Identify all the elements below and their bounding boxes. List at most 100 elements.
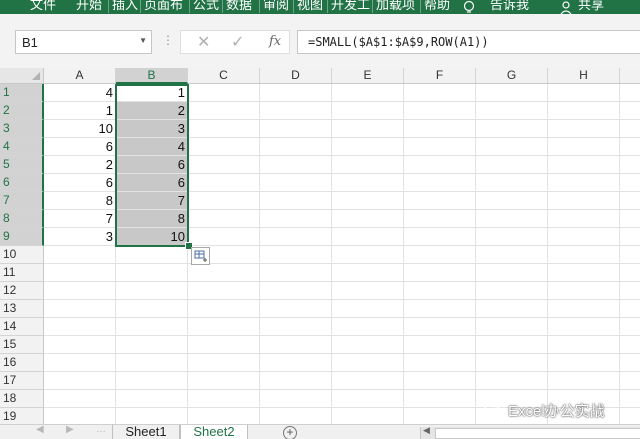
- row-header-17[interactable]: 17: [0, 372, 44, 390]
- cell-i9[interactable]: [620, 228, 640, 246]
- quick-analysis-icon[interactable]: [191, 247, 210, 265]
- column-header-a[interactable]: A: [44, 68, 116, 84]
- cell-a4[interactable]: 6: [44, 138, 116, 156]
- cell-g2[interactable]: [476, 102, 548, 120]
- name-box[interactable]: B1 ▼: [15, 30, 152, 54]
- cell-e13[interactable]: [332, 300, 404, 318]
- cell-d15[interactable]: [260, 336, 332, 354]
- cell-f7[interactable]: [404, 192, 476, 210]
- scrollbar-thumb[interactable]: [435, 428, 640, 439]
- cell-g7[interactable]: [476, 192, 548, 210]
- cell-a5[interactable]: 2: [44, 156, 116, 174]
- share-button[interactable]: 共享: [578, 0, 604, 13]
- cell-h13[interactable]: [548, 300, 620, 318]
- cell-h9[interactable]: [548, 228, 620, 246]
- cell-d9[interactable]: [260, 228, 332, 246]
- cell-a9[interactable]: 3: [44, 228, 116, 246]
- cell-h17[interactable]: [548, 372, 620, 390]
- ribbon-tab-developer[interactable]: 开发工: [327, 0, 370, 13]
- select-all-corner[interactable]: [0, 68, 44, 84]
- cell-c15[interactable]: [188, 336, 260, 354]
- sheet-tab-sheet2[interactable]: Sheet2: [180, 425, 248, 439]
- row-header-15[interactable]: 15: [0, 336, 44, 354]
- cell-e10[interactable]: [332, 246, 404, 264]
- cell-e19[interactable]: [332, 408, 404, 424]
- cell-d16[interactable]: [260, 354, 332, 372]
- cell-h4[interactable]: [548, 138, 620, 156]
- row-header-6[interactable]: 6: [0, 174, 44, 192]
- column-header-c[interactable]: C: [188, 68, 260, 84]
- cell-e4[interactable]: [332, 138, 404, 156]
- cell-b18[interactable]: [116, 390, 188, 408]
- row-header-16[interactable]: 16: [0, 354, 44, 372]
- row-header-1[interactable]: 1: [0, 84, 44, 102]
- cell-e2[interactable]: [332, 102, 404, 120]
- sheet-tab-sheet1[interactable]: Sheet1: [112, 425, 180, 439]
- cell-h5[interactable]: [548, 156, 620, 174]
- cell-b11[interactable]: [116, 264, 188, 282]
- cell-f9[interactable]: [404, 228, 476, 246]
- cell-c5[interactable]: [188, 156, 260, 174]
- cell-a1[interactable]: 4: [44, 84, 116, 102]
- cell-a7[interactable]: 8: [44, 192, 116, 210]
- cell-a11[interactable]: [44, 264, 116, 282]
- cell-b13[interactable]: [116, 300, 188, 318]
- cell-f4[interactable]: [404, 138, 476, 156]
- row-header-19[interactable]: 19: [0, 408, 44, 424]
- cell-g9[interactable]: [476, 228, 548, 246]
- cell-e16[interactable]: [332, 354, 404, 372]
- column-header-f[interactable]: F: [404, 68, 476, 84]
- cell-c13[interactable]: [188, 300, 260, 318]
- cell-i13[interactable]: [620, 300, 640, 318]
- cell-f17[interactable]: [404, 372, 476, 390]
- cell-b10[interactable]: [116, 246, 188, 264]
- ribbon-tab-view[interactable]: 视图: [293, 0, 323, 13]
- cell-h10[interactable]: [548, 246, 620, 264]
- cell-e18[interactable]: [332, 390, 404, 408]
- cell-h14[interactable]: [548, 318, 620, 336]
- cell-h6[interactable]: [548, 174, 620, 192]
- cell-c14[interactable]: [188, 318, 260, 336]
- cell-h7[interactable]: [548, 192, 620, 210]
- cell-d4[interactable]: [260, 138, 332, 156]
- cell-d7[interactable]: [260, 192, 332, 210]
- cell-g15[interactable]: [476, 336, 548, 354]
- scroll-right-icon[interactable]: ▶: [66, 425, 74, 435]
- cell-d12[interactable]: [260, 282, 332, 300]
- cell-a15[interactable]: [44, 336, 116, 354]
- cell-a19[interactable]: [44, 408, 116, 424]
- row-header-11[interactable]: 11: [0, 264, 44, 282]
- cell-f1[interactable]: [404, 84, 476, 102]
- cell-i11[interactable]: [620, 264, 640, 282]
- cell-h11[interactable]: [548, 264, 620, 282]
- cell-e1[interactable]: [332, 84, 404, 102]
- row-header-2[interactable]: 2: [0, 102, 44, 120]
- ribbon-tab-file[interactable]: 文件: [30, 0, 56, 13]
- cell-f11[interactable]: [404, 264, 476, 282]
- cell-g4[interactable]: [476, 138, 548, 156]
- cell-c19[interactable]: [188, 408, 260, 424]
- cell-b12[interactable]: [116, 282, 188, 300]
- cell-h1[interactable]: [548, 84, 620, 102]
- cell-c3[interactable]: [188, 120, 260, 138]
- vertical-dots-icon[interactable]: ⋮: [162, 33, 174, 47]
- column-header-h[interactable]: H: [548, 68, 620, 84]
- cell-h8[interactable]: [548, 210, 620, 228]
- cell-g16[interactable]: [476, 354, 548, 372]
- cell-d17[interactable]: [260, 372, 332, 390]
- scrollbar-left-arrow-icon[interactable]: ◀: [423, 425, 430, 436]
- cell-b5[interactable]: 6: [116, 156, 188, 174]
- cell-b4[interactable]: 4: [116, 138, 188, 156]
- cell-g10[interactable]: [476, 246, 548, 264]
- cell-i5[interactable]: [620, 156, 640, 174]
- cell-g1[interactable]: [476, 84, 548, 102]
- row-header-13[interactable]: 13: [0, 300, 44, 318]
- cell-d3[interactable]: [260, 120, 332, 138]
- cell-c6[interactable]: [188, 174, 260, 192]
- cell-i1[interactable]: [620, 84, 640, 102]
- cell-a8[interactable]: 7: [44, 210, 116, 228]
- cell-g6[interactable]: [476, 174, 548, 192]
- cell-i18[interactable]: [620, 390, 640, 408]
- cell-d1[interactable]: [260, 84, 332, 102]
- cell-a12[interactable]: [44, 282, 116, 300]
